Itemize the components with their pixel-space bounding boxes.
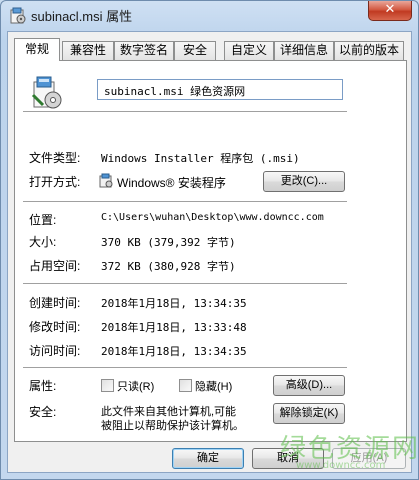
location-value: C:\Users\wuhan\Desktop\www.downcc.com [101, 212, 324, 223]
change-button[interactable]: 更改(C)... [263, 171, 345, 192]
tab-label: 常规 [24, 42, 49, 56]
accessed-value: 2018年1月18日, 13:34:35 [101, 345, 247, 358]
advanced-button[interactable]: 高级(D)... [273, 375, 345, 396]
tab-label: 以前的版本 [338, 43, 399, 57]
accessed-label: 访问时间: [29, 344, 81, 358]
tab-label: 自定义 [230, 43, 267, 57]
size-label: 大小: [29, 235, 57, 249]
window-title: subinacl.msi 属性 [31, 9, 133, 24]
modified-label: 修改时间: [29, 320, 81, 334]
close-icon: ✕ [384, 2, 396, 17]
tab-label: 安全 [182, 43, 207, 57]
size-value: 370 KB (379,392 字节) [101, 236, 236, 249]
size-on-disk-value: 372 KB (380,928 字节) [101, 260, 236, 273]
windows-installer-icon [99, 173, 113, 188]
open-with-value: Windows® 安装程序 [117, 176, 226, 190]
tab-label: 兼容性 [69, 43, 106, 57]
tab-security[interactable]: 安全 [174, 41, 216, 60]
installer-file-icon [10, 7, 26, 24]
separator [23, 201, 347, 202]
close-button[interactable]: ✕ [368, 1, 412, 21]
title-bar[interactable]: subinacl.msi 属性 ✕ [1, 1, 418, 31]
separator [23, 367, 347, 368]
general-panel: subinacl.msi 绿色资源网 文件类型: Windows Install… [14, 60, 407, 442]
installer-file-icon [31, 76, 62, 109]
file-type-value: Windows Installer 程序包 (.msi) [101, 152, 300, 165]
open-with-label: 打开方式: [29, 175, 81, 189]
created-label: 创建时间: [29, 296, 81, 310]
file-type-label: 文件类型: [29, 151, 81, 165]
created-value: 2018年1月18日, 13:34:35 [101, 297, 247, 310]
watermark-url: www.downcc.com [296, 460, 386, 471]
location-label: 位置: [29, 213, 57, 227]
ok-button[interactable]: 确定 [172, 448, 244, 469]
tab-details[interactable]: 详细信息 [274, 41, 334, 60]
properties-window: subinacl.msi 属性 ✕ 常规 兼容性 数字签名 安全 自定义 详细信… [0, 0, 419, 480]
security-warning-line-2: 被阻止以帮助保护该计算机。 [101, 420, 244, 432]
security-label: 安全: [29, 405, 57, 419]
unblock-button[interactable]: 解除锁定(K) [273, 403, 345, 424]
attributes-label: 属性: [29, 379, 57, 393]
readonly-checkbox[interactable] [101, 379, 114, 392]
hidden-checkbox[interactable] [179, 379, 192, 392]
tab-custom[interactable]: 自定义 [224, 41, 274, 60]
tab-general[interactable]: 常规 [14, 38, 60, 61]
tab-previous-versions[interactable]: 以前的版本 [334, 41, 404, 60]
separator [23, 283, 347, 284]
modified-value: 2018年1月18日, 13:33:48 [101, 321, 247, 334]
tab-compatibility[interactable]: 兼容性 [62, 41, 114, 60]
hidden-label: 隐藏(H) [195, 381, 233, 393]
dialog-client-area: 常规 兼容性 数字签名 安全 自定义 详细信息 以前的版本 subinacl.m… [7, 31, 412, 473]
tab-digital-signatures[interactable]: 数字签名 [114, 41, 174, 60]
size-on-disk-label: 占用空间: [29, 259, 81, 273]
file-name-input[interactable]: subinacl.msi 绿色资源网 [97, 79, 343, 100]
separator [23, 111, 347, 112]
readonly-label: 只读(R) [117, 381, 155, 393]
tab-label: 数字签名 [119, 43, 168, 57]
tab-label: 详细信息 [279, 43, 328, 57]
